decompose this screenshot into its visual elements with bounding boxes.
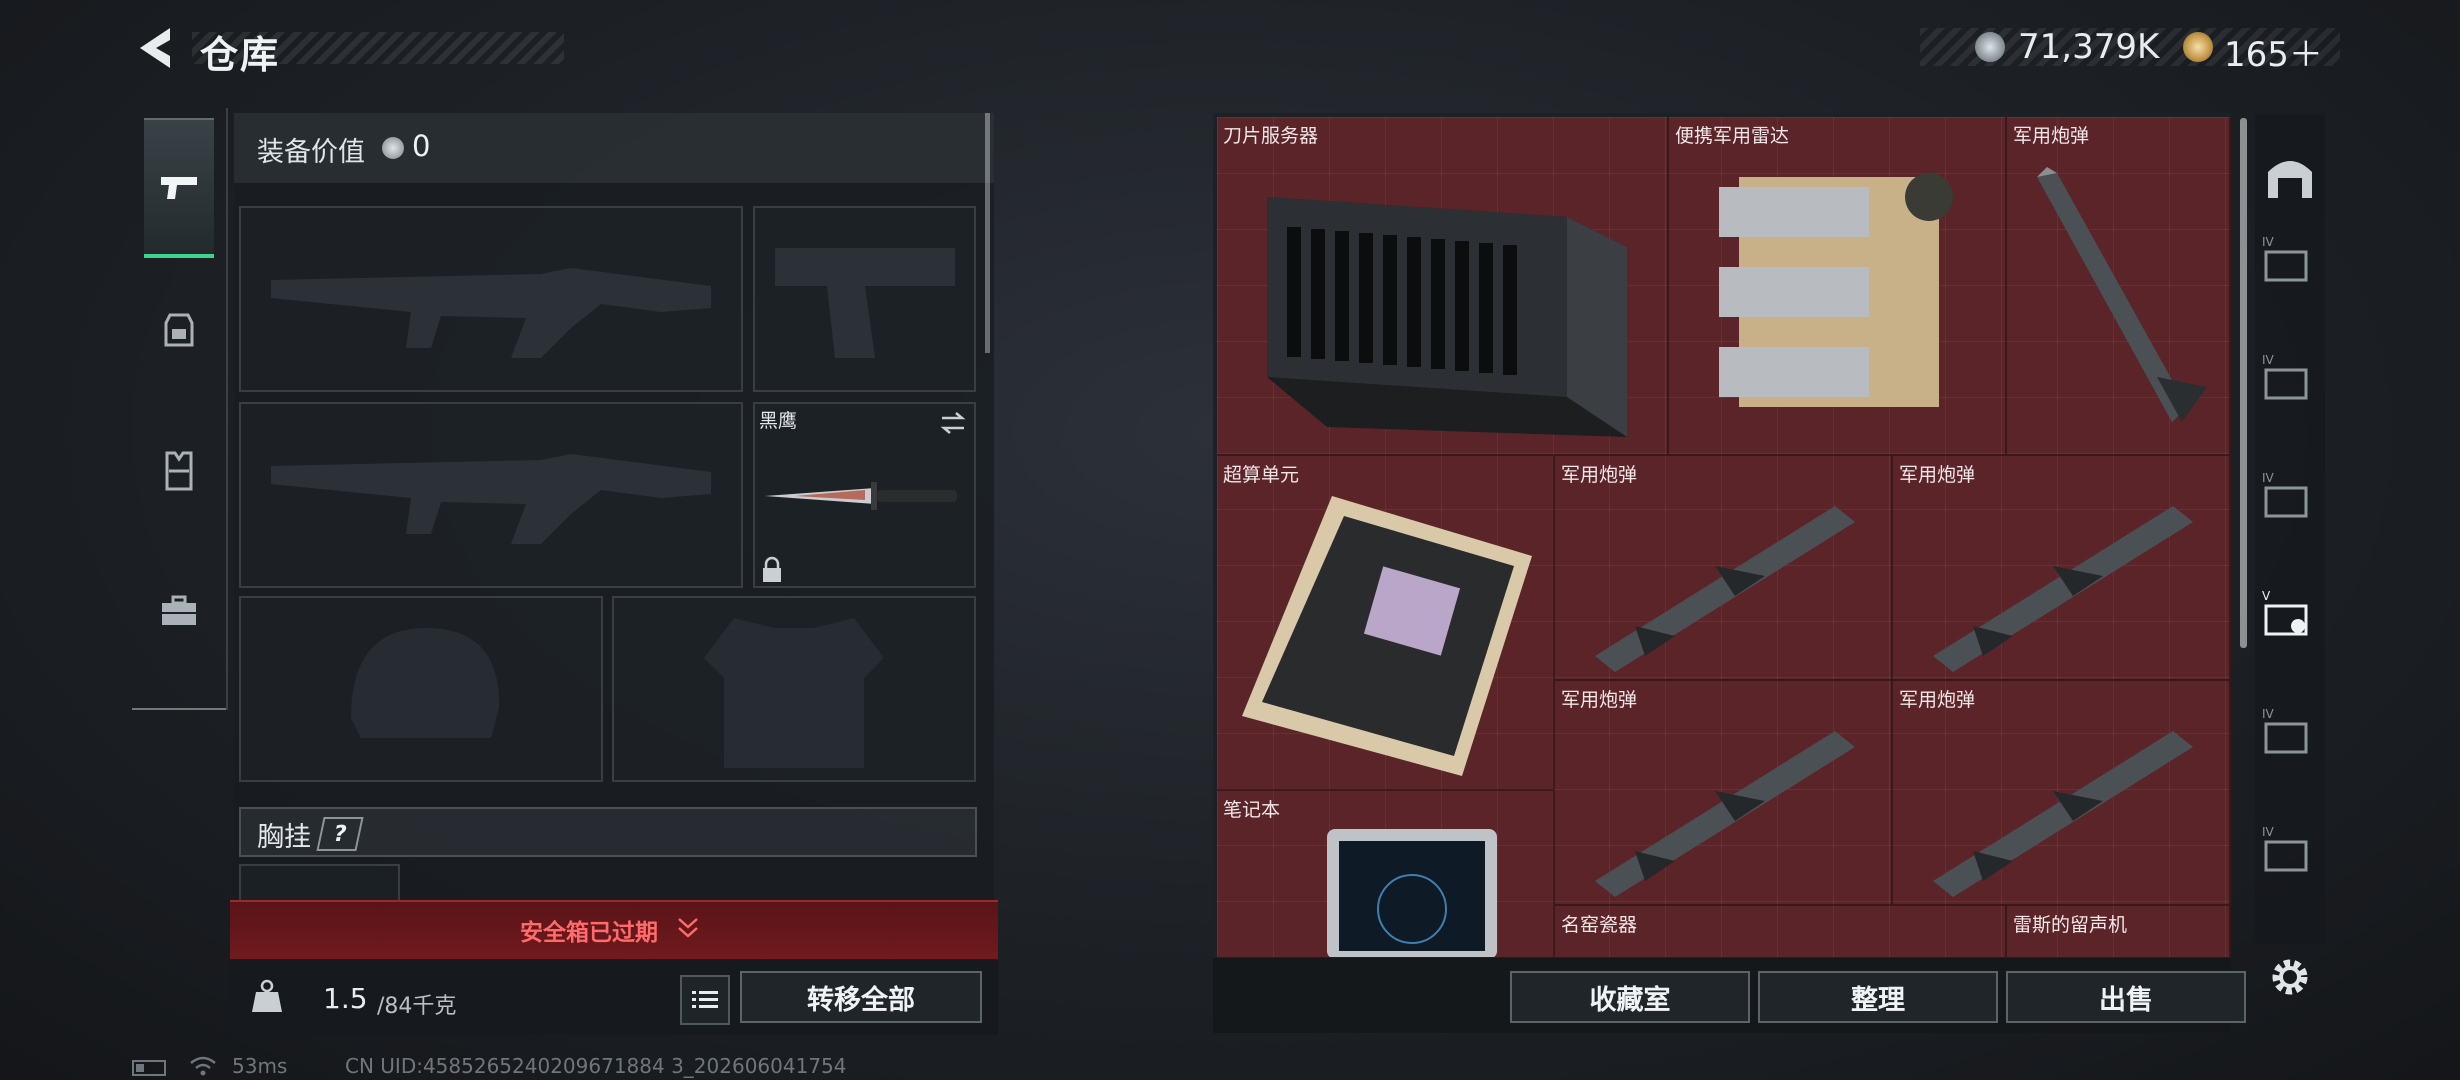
storage-item[interactable]: 刀片服务器: [1217, 117, 1669, 456]
pistol-silhouette-icon: [775, 248, 955, 358]
equipment-tab-bar: [132, 108, 228, 710]
player-uid: CN UID:4585265240209671884 3_20260604175…: [345, 1054, 847, 1078]
tab-weapons[interactable]: [144, 118, 214, 258]
item-name: 超算单元: [1223, 464, 1300, 486]
battery-icon: [132, 1060, 166, 1076]
weight-icon: [252, 979, 282, 1012]
storage-item[interactable]: 便携军用雷达: [1669, 117, 2007, 456]
storage-item[interactable]: 军用炮弹: [2007, 117, 2231, 456]
tab-bar-divider: [132, 708, 226, 710]
list-icon: [692, 991, 718, 1008]
pistol-icon: [161, 177, 197, 199]
helmet-silhouette-icon: [351, 628, 500, 738]
armor-silhouette-icon: [704, 618, 884, 768]
laptop-icon: [1327, 829, 1497, 957]
token-amount[interactable]: 165＋: [2224, 27, 2323, 76]
list-view-button[interactable]: [680, 975, 730, 1025]
equipment-value-label: 装备价值: [257, 137, 365, 168]
tab-vest[interactable]: [144, 404, 214, 538]
silver-coin-icon: [382, 137, 404, 159]
missile-icon: [1933, 506, 2193, 672]
page-title: 仓库: [200, 33, 281, 77]
helmet-slot[interactable]: [239, 596, 603, 782]
svg-text:IV: IV: [2262, 353, 2275, 367]
svg-text:IV: IV: [2262, 235, 2275, 249]
back-arrow-icon[interactable]: [130, 22, 182, 74]
storage-tab-4[interactable]: IV: [2258, 468, 2322, 528]
storage-item[interactable]: 军用炮弹: [1893, 456, 2231, 681]
help-icon-glyph: ?: [330, 821, 350, 847]
vest-icon: [165, 451, 193, 491]
item-name: 军用炮弹: [1899, 689, 1976, 711]
rifle-silhouette-icon: [271, 454, 711, 544]
sidearm-slot[interactable]: [753, 206, 976, 392]
item-name: 军用炮弹: [1561, 689, 1638, 711]
item-name: 刀片服务器: [1223, 125, 1319, 147]
storage-tab-2[interactable]: IV: [2258, 232, 2322, 292]
gear-icon[interactable]: [2265, 952, 2315, 1002]
supercomputer-unit-icon: [1242, 496, 1532, 776]
item-name: 雷斯的留声机: [2013, 914, 2128, 936]
lock-icon: [763, 556, 781, 582]
storage-tab-7[interactable]: IV: [2258, 822, 2322, 882]
tab-backpack[interactable]: [144, 262, 214, 396]
item-name: 军用炮弹: [1561, 464, 1638, 486]
sell-button[interactable]: 出售: [2006, 971, 2246, 1023]
storage-scrollbar[interactable]: [2240, 118, 2247, 648]
storage-item[interactable]: 雷斯的留声机: [2007, 906, 2231, 957]
storage-tab-5-active[interactable]: V: [2258, 586, 2322, 646]
gold-coin-icon: [2183, 32, 2213, 62]
radar-icon: [1719, 173, 1953, 407]
toolbox-icon: [162, 595, 196, 625]
missile-icon: [1595, 506, 1855, 672]
storage-item[interactable]: 军用炮弹: [1555, 681, 1893, 906]
tab-case[interactable]: [144, 544, 214, 678]
backpack-icon: [164, 313, 194, 347]
missile-icon: [1933, 731, 2193, 897]
help-icon[interactable]: ?: [316, 817, 364, 851]
storage-tab-6[interactable]: IV: [2258, 704, 2322, 764]
weight-capacity: /84千克: [377, 994, 457, 1019]
sort-button[interactable]: 整理: [1758, 971, 1998, 1023]
svg-text:V: V: [2262, 589, 2271, 603]
item-name: 军用炮弹: [1899, 464, 1976, 486]
melee-weapon-name: 黑鹰: [759, 410, 798, 432]
storage-grid: 刀片服务器 便携军用雷达 军用炮弹 超算单元 军用炮弹 军用炮弹 军用炮弹 军用…: [1217, 117, 2231, 957]
svg-text:IV: IV: [2262, 825, 2275, 839]
primary-weapon-slot-2[interactable]: [239, 402, 743, 588]
rifle-silhouette-icon: [271, 268, 711, 358]
silver-coin-icon: [1975, 32, 2005, 62]
primary-weapon-slot-1[interactable]: [239, 206, 743, 392]
item-name: 笔记本: [1223, 799, 1281, 821]
svg-text:IV: IV: [2262, 707, 2275, 721]
weight-current: 1.5: [323, 982, 368, 1015]
transfer-all-button[interactable]: 转移全部: [740, 971, 982, 1023]
warehouse-tab[interactable]: [2258, 148, 2322, 208]
missile-icon: [1595, 731, 1855, 897]
storage-item[interactable]: 名窑瓷器: [1555, 906, 2007, 957]
ping-indicator: 53ms: [232, 1054, 288, 1078]
storage-tab-3[interactable]: IV: [2258, 350, 2322, 410]
money-amount: 71,379K: [2018, 27, 2160, 67]
svg-text:IV: IV: [2262, 471, 2275, 485]
item-name: 名窑瓷器: [1561, 914, 1638, 936]
wifi-icon: [190, 1056, 216, 1076]
armor-slot[interactable]: [612, 596, 976, 782]
equipment-value: 0: [412, 129, 431, 163]
item-name: 军用炮弹: [2013, 125, 2090, 147]
collection-room-button[interactable]: 收藏室: [1510, 971, 1750, 1023]
missile-icon: [2037, 167, 2207, 422]
secure-box-expired-text: 安全箱已过期: [520, 920, 658, 946]
item-name: 便携军用雷达: [1675, 125, 1790, 147]
storage-item[interactable]: 笔记本: [1217, 791, 1555, 957]
storage-item[interactable]: 军用炮弹: [1893, 681, 2231, 906]
blade-server-icon: [1267, 197, 1627, 437]
equipment-scrollbar[interactable]: [985, 113, 990, 353]
storage-item[interactable]: 军用炮弹: [1555, 456, 1893, 681]
chevron-down-icon[interactable]: [676, 915, 700, 941]
storage-item[interactable]: 超算单元: [1217, 456, 1555, 791]
swap-icon[interactable]: [938, 410, 968, 436]
chest-rig-label: 胸挂: [257, 822, 311, 853]
